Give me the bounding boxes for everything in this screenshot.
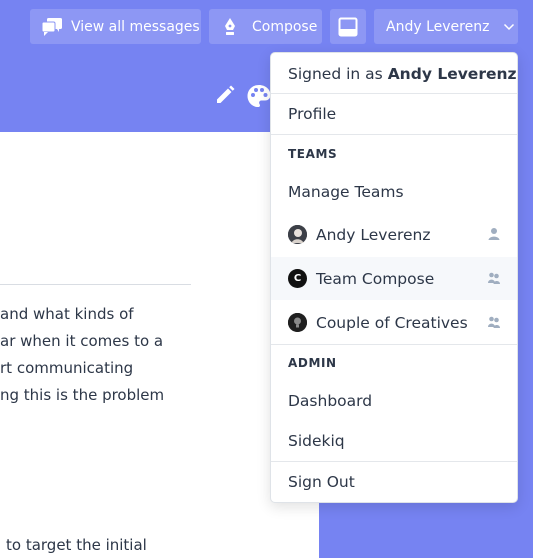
dashboard-link[interactable]: Dashboard: [271, 381, 517, 421]
content-text-line: and what kinds of: [0, 305, 134, 323]
user-dropdown-menu: Signed in as Andy Leverenz Profile TEAMS…: [270, 52, 518, 503]
user-menu-button[interactable]: Andy Leverenz: [374, 9, 518, 44]
menu-divider: [271, 344, 517, 345]
avatar-letter: C: [293, 273, 302, 284]
messages-icon: [41, 17, 62, 36]
user-menu-label: Andy Leverenz: [386, 18, 490, 35]
avatar: [288, 225, 307, 244]
team-name: Couple of Creatives: [316, 313, 468, 332]
manage-teams-label: Manage Teams: [288, 183, 404, 201]
compose-button[interactable]: Compose: [209, 9, 322, 44]
content-text-line: rt communicating: [0, 359, 134, 377]
signed-in-username: Andy Leverenz: [387, 65, 517, 83]
teams-heading: TEAMS: [288, 147, 338, 161]
signed-in-prefix: Signed in as: [288, 65, 383, 83]
team-item-couple-of-creatives[interactable]: Couple of Creatives: [271, 301, 517, 344]
team-name: Andy Leverenz: [316, 225, 431, 244]
dashboard-label: Dashboard: [288, 392, 373, 410]
signed-in-label: Signed in as Andy Leverenz: [271, 61, 517, 87]
sidekiq-label: Sidekiq: [288, 432, 345, 450]
person-icon: [488, 228, 500, 240]
team-name: Team Compose: [316, 269, 435, 288]
manage-teams-link[interactable]: Manage Teams: [271, 172, 517, 212]
sign-out-label: Sign Out: [288, 473, 355, 491]
profile-link[interactable]: Profile: [271, 94, 517, 134]
content-text-line: ar when it comes to a: [0, 332, 164, 350]
chevron-down-icon: [504, 23, 515, 30]
profile-label: Profile: [288, 105, 337, 123]
inbox-button[interactable]: [330, 9, 366, 44]
palette-icon[interactable]: [246, 83, 272, 109]
group-icon: [488, 316, 500, 328]
view-all-messages-label: View all messages: [71, 18, 200, 35]
edit-pencil-icon[interactable]: [214, 84, 236, 106]
team-item-team-compose[interactable]: C Team Compose: [271, 257, 517, 300]
group-icon: [488, 272, 500, 284]
content-text-line: ng this is the problem: [0, 386, 165, 404]
compose-label: Compose: [252, 18, 318, 35]
team-item-andy-leverenz[interactable]: Andy Leverenz: [271, 213, 517, 256]
avatar: [288, 313, 307, 332]
inbox-icon: [338, 17, 358, 36]
sidekiq-link[interactable]: Sidekiq: [271, 421, 517, 461]
admin-heading: ADMIN: [288, 356, 337, 370]
menu-divider: [271, 134, 517, 135]
avatar: C: [288, 269, 307, 288]
content-divider: [0, 284, 191, 285]
sign-out-link[interactable]: Sign Out: [271, 462, 517, 502]
view-all-messages-button[interactable]: View all messages: [30, 9, 201, 44]
pen-nib-icon: [225, 17, 235, 35]
content-text-line: to target the initial: [6, 536, 147, 554]
